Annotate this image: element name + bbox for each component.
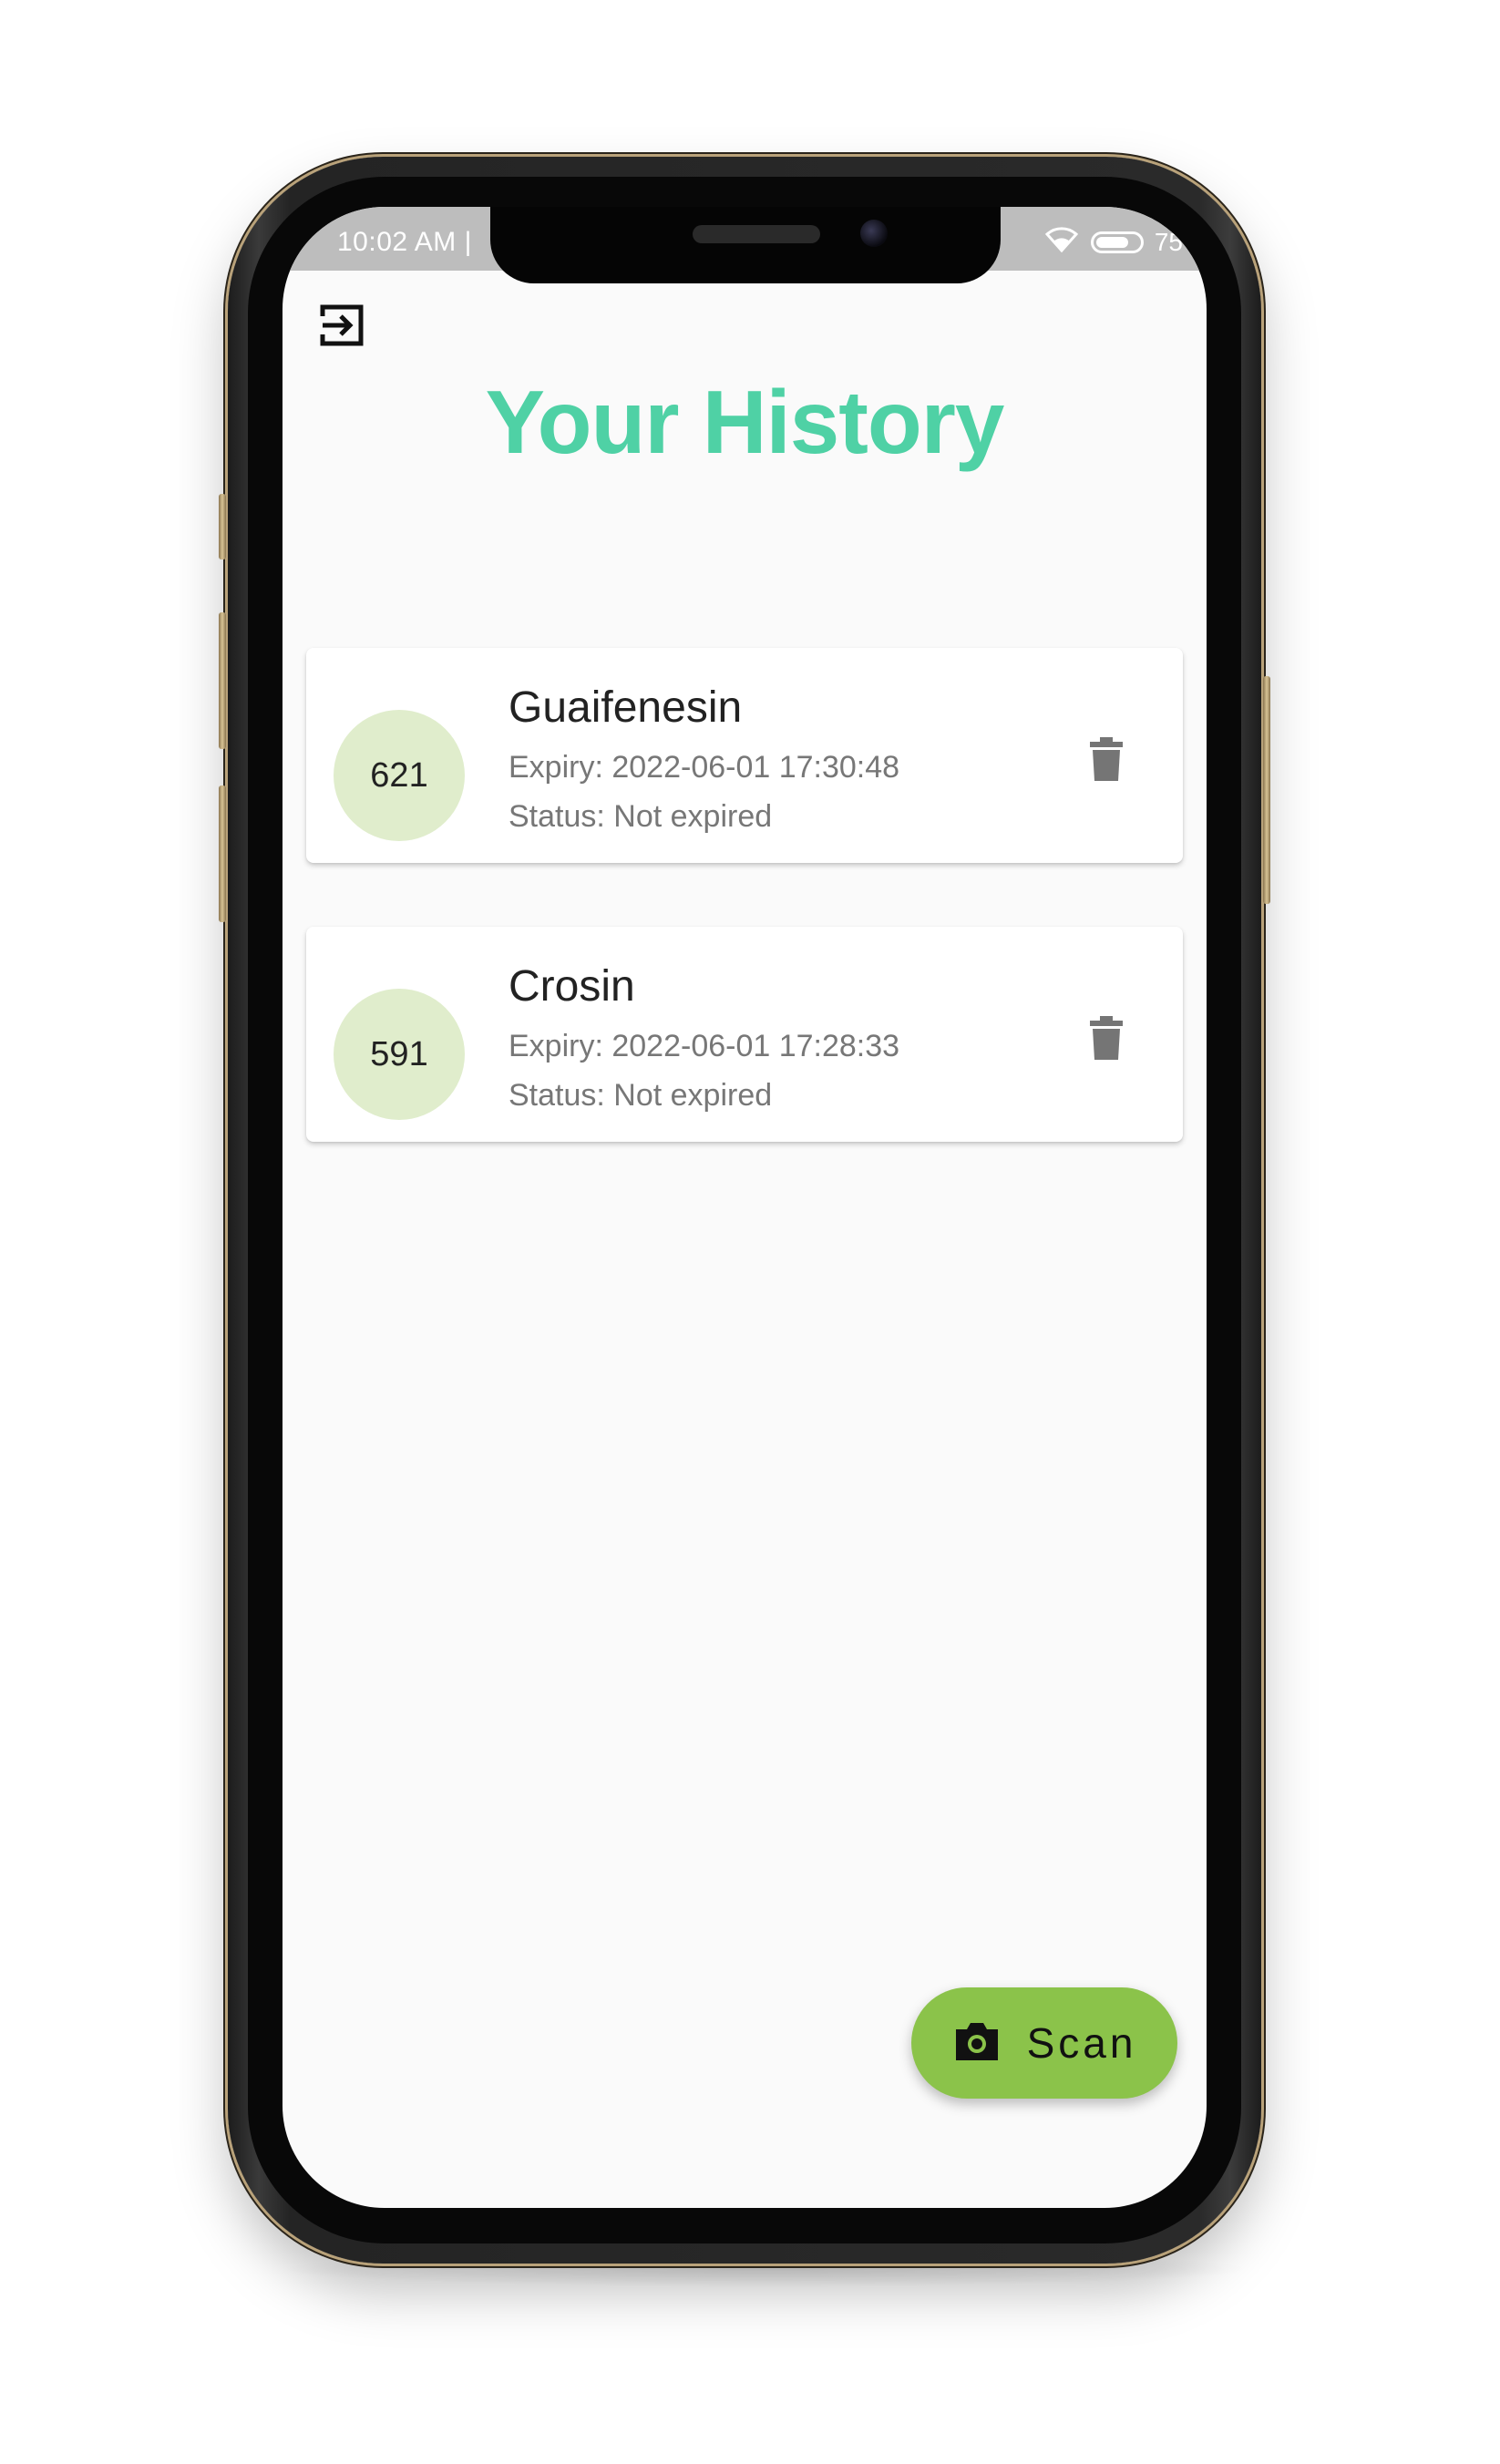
exit-icon xyxy=(319,302,366,354)
status-time: 10:02 AM | xyxy=(337,227,472,257)
medicine-name: Crosin xyxy=(509,962,635,1011)
score-avatar: 591 xyxy=(334,989,465,1120)
history-card[interactable]: 591 Crosin Expiry: 2022-06-01 17:28:33 S… xyxy=(306,927,1183,1142)
medicine-status: Status: Not expired xyxy=(509,1078,773,1113)
medicine-name: Guaifenesin xyxy=(509,683,743,732)
device-mockup: 10:02 AM | 75 Your History 621 Guaifenes… xyxy=(0,0,1500,2464)
earpiece-speaker xyxy=(693,225,820,243)
score-avatar: 621 xyxy=(334,710,465,841)
scan-button[interactable]: Scan xyxy=(911,1987,1177,2099)
power-button xyxy=(1263,676,1270,904)
medicine-expiry: Expiry: 2022-06-01 17:30:48 xyxy=(509,750,900,785)
camera-notch xyxy=(490,207,1001,283)
front-camera xyxy=(860,220,888,247)
delete-button[interactable] xyxy=(1079,734,1134,788)
page-title: Your History xyxy=(485,372,1005,472)
logout-button[interactable] xyxy=(313,298,372,356)
delete-button[interactable] xyxy=(1079,1012,1134,1067)
trash-icon xyxy=(1088,736,1125,785)
battery-icon xyxy=(1090,231,1144,253)
status-indicators: 75 xyxy=(1043,225,1183,259)
phone-frame: 10:02 AM | 75 Your History 621 Guaifenes… xyxy=(219,157,1270,2264)
battery-level xyxy=(1095,236,1128,248)
history-card[interactable]: 621 Guaifenesin Expiry: 2022-06-01 17:30… xyxy=(306,648,1183,863)
medicine-status: Status: Not expired xyxy=(509,799,773,834)
app-screen: 10:02 AM | 75 Your History 621 Guaifenes… xyxy=(283,207,1207,2208)
wifi-icon xyxy=(1043,225,1080,259)
volume-up-button xyxy=(219,612,226,749)
camera-icon xyxy=(952,2020,1002,2067)
trash-icon xyxy=(1088,1015,1125,1064)
medicine-expiry: Expiry: 2022-06-01 17:28:33 xyxy=(509,1029,900,1063)
battery-percent: 75 xyxy=(1154,227,1183,256)
mute-switch xyxy=(219,494,226,560)
volume-down-button xyxy=(219,785,226,922)
scan-label: Scan xyxy=(1026,2019,1137,2067)
